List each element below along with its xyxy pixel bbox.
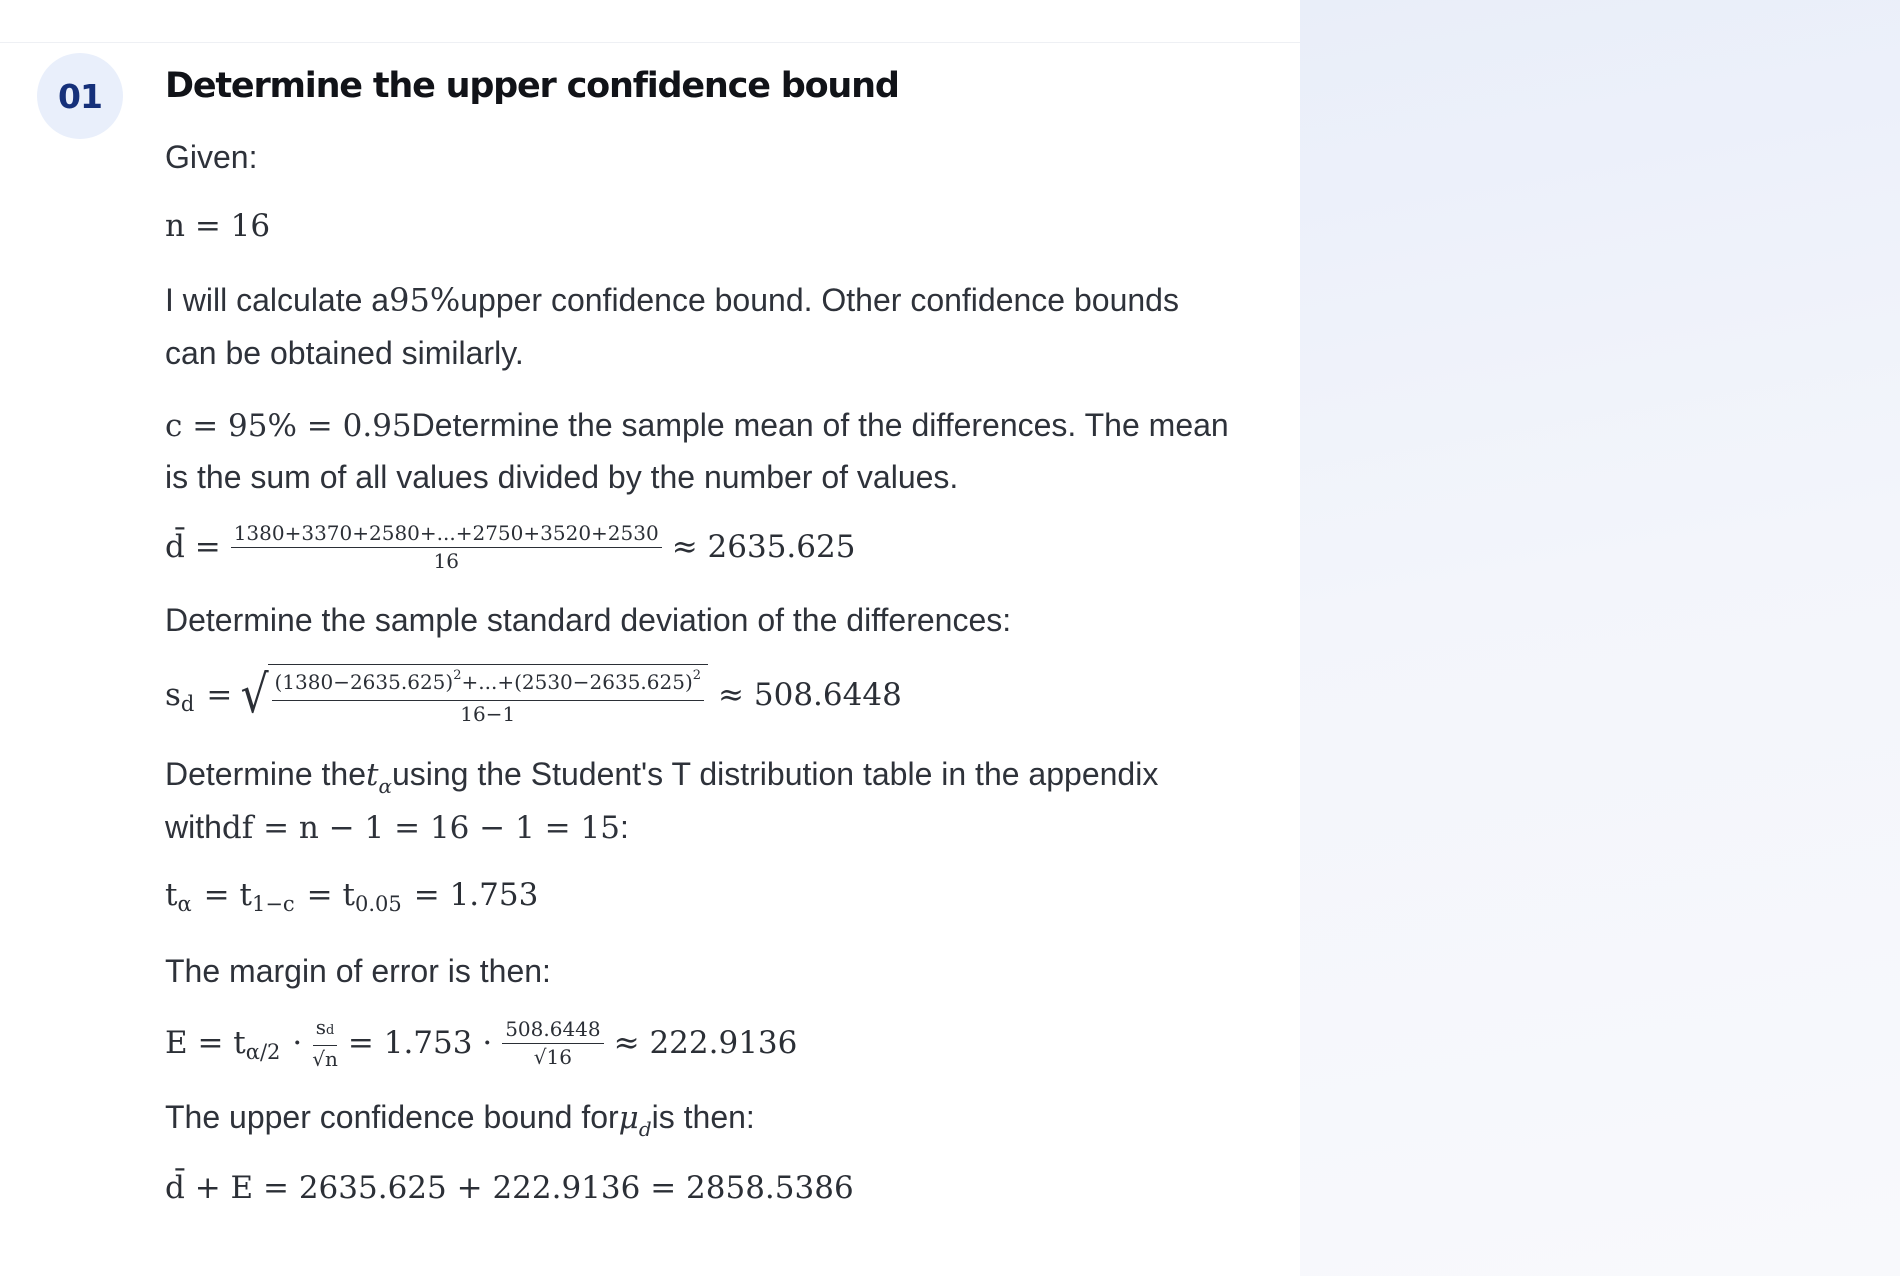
n-equation: n = 16 (165, 208, 271, 244)
variance-term-last: +...+(2530−2635.625) (461, 669, 693, 694)
stddev-intro: Determine the sample standard deviation … (165, 602, 1012, 638)
numeric-fraction-numerator: 508.6448 (502, 1017, 604, 1044)
upper-bound-intro: The upper confidence bound forμdis then: (165, 1091, 755, 1148)
t-alpha-subscript: α (378, 774, 392, 798)
confidence-level-equation: c = 95% = 0.95 (165, 408, 412, 444)
margin-of-error-equation: E = t α/2 · sd √n = 1.753 · 508.6448 √16 … (165, 1015, 797, 1071)
square-exponent-1: 2 (453, 667, 462, 683)
calc-paragraph-line1: I will calculate a95%upper confidence bo… (165, 274, 1179, 327)
t-alpha-sub: α (177, 892, 192, 916)
calc-text-c: upper confidence bound. Other confidence… (460, 282, 1179, 318)
t-alpha: t (165, 877, 178, 913)
mean-numerator: 1380+3370+2580+...+2750+3520+2530 (230, 521, 662, 548)
e-frac-s-sub: d (326, 1023, 335, 1038)
mean-equation: d̄ = 1380+3370+2580+...+2750+3520+2530 1… (165, 521, 855, 573)
t-005-sub: 0.05 (354, 892, 402, 916)
t-paragraph-line2: withdf = n − 1 = 16 − 1 = 15: (165, 801, 629, 855)
variance-denominator: 16−1 (460, 701, 516, 726)
sd-over-sqrt-n-denominator: √n (312, 1047, 338, 1071)
t-paragraph-line1: Determine thetαusing the Student's T dis… (165, 748, 1158, 805)
margin-intro: The margin of error is then: (165, 953, 551, 989)
given-label: Given: (165, 139, 258, 175)
t-value-result: = 1.753 (413, 877, 539, 913)
colon-text: : (619, 809, 629, 845)
e-multiply-dot: · (292, 1025, 303, 1061)
radical-sign-icon: √ (240, 665, 270, 725)
numeric-fraction-denominator: √16 (533, 1045, 572, 1069)
mu-subscript: d (638, 1117, 652, 1141)
final-result: d̄ + E = 2635.625 + 222.9136 = 2858.5386 (165, 1170, 854, 1206)
sample-size-equation: n = 16 (165, 208, 270, 244)
t-value-equation: tα = t 1−c = t 0.05 = 1.753 (165, 877, 539, 916)
t-text-a: Determine the (165, 756, 366, 792)
degrees-of-freedom-equation: df = n − 1 = 16 − 1 = 15 (221, 810, 620, 846)
mean-denominator: 16 (433, 549, 459, 573)
sd-over-sqrt-n-numerator: sd (312, 1015, 338, 1046)
variance-fraction: (1380−2635.625)2+...+(2530−2635.625)2 16… (271, 667, 705, 726)
calc-text-a: I will calculate a (165, 282, 390, 318)
upper-text-a: The upper confidence bound for (165, 1099, 619, 1135)
mean-lhs: d̄ = (165, 529, 221, 565)
mean-text-line1: Determine the sample mean of the differe… (411, 407, 1229, 443)
confidence-percent: 95% (389, 281, 461, 319)
t-text-b: using the Student's T distribution table… (391, 756, 1159, 792)
t-005: = t (306, 877, 355, 913)
sd-subscript: d (180, 692, 195, 716)
e-middle: = 1.753 · (347, 1025, 493, 1061)
with-text: with (165, 809, 222, 845)
variance-term-first: (1380−2635.625) (274, 669, 454, 694)
mean-paragraph-line2: is the sum of all values divided by the … (165, 459, 959, 495)
margin-result: ≈ 222.9136 (613, 1025, 798, 1061)
t-symbol: t (365, 757, 379, 793)
final-equation: d̄ + E = 2635.625 + 222.9136 = 2858.5386 (165, 1170, 854, 1206)
step-number-badge: 01 (37, 53, 123, 139)
mean-result: ≈ 2635.625 (671, 529, 856, 565)
right-side-panel (1300, 0, 1900, 1276)
e-frac-s: s (315, 1015, 327, 1039)
variance-numerator: (1380−2635.625)2+...+(2530−2635.625)2 (271, 667, 705, 701)
square-root: √ (1380−2635.625)2+...+(2530−2635.625)2 … (238, 664, 709, 726)
mu-symbol: μ (618, 1100, 639, 1136)
stddev-equation: s d = √ (1380−2635.625)2+...+(2530−2635.62… (165, 664, 902, 726)
sd-result: ≈ 508.6448 (718, 677, 902, 713)
sd-over-sqrt-n-fraction: sd √n (312, 1015, 338, 1071)
step-title: Determine the upper confidence bound (165, 66, 900, 106)
t-one-minus-c-sub: 1−c (251, 892, 295, 916)
top-divider (0, 42, 1300, 43)
sd-equals: = (206, 677, 233, 713)
e-lhs-sub: α/2 (245, 1040, 281, 1064)
numeric-fraction: 508.6448 √16 (502, 1017, 604, 1069)
square-exponent-2: 2 (692, 667, 702, 683)
calc-paragraph-line2: can be obtained similarly. (165, 335, 524, 371)
t-one-minus-c: = t (203, 877, 252, 913)
radicand: (1380−2635.625)2+...+(2530−2635.625)2 16… (267, 664, 709, 726)
e-lhs: E = t (165, 1025, 246, 1061)
mean-fraction: 1380+3370+2580+...+2750+3520+2530 16 (230, 521, 662, 573)
mean-paragraph-line1: c = 95% = 0.95Determine the sample mean … (165, 399, 1229, 453)
upper-text-b: is then: (651, 1099, 755, 1135)
sd-symbol: s (165, 677, 181, 713)
